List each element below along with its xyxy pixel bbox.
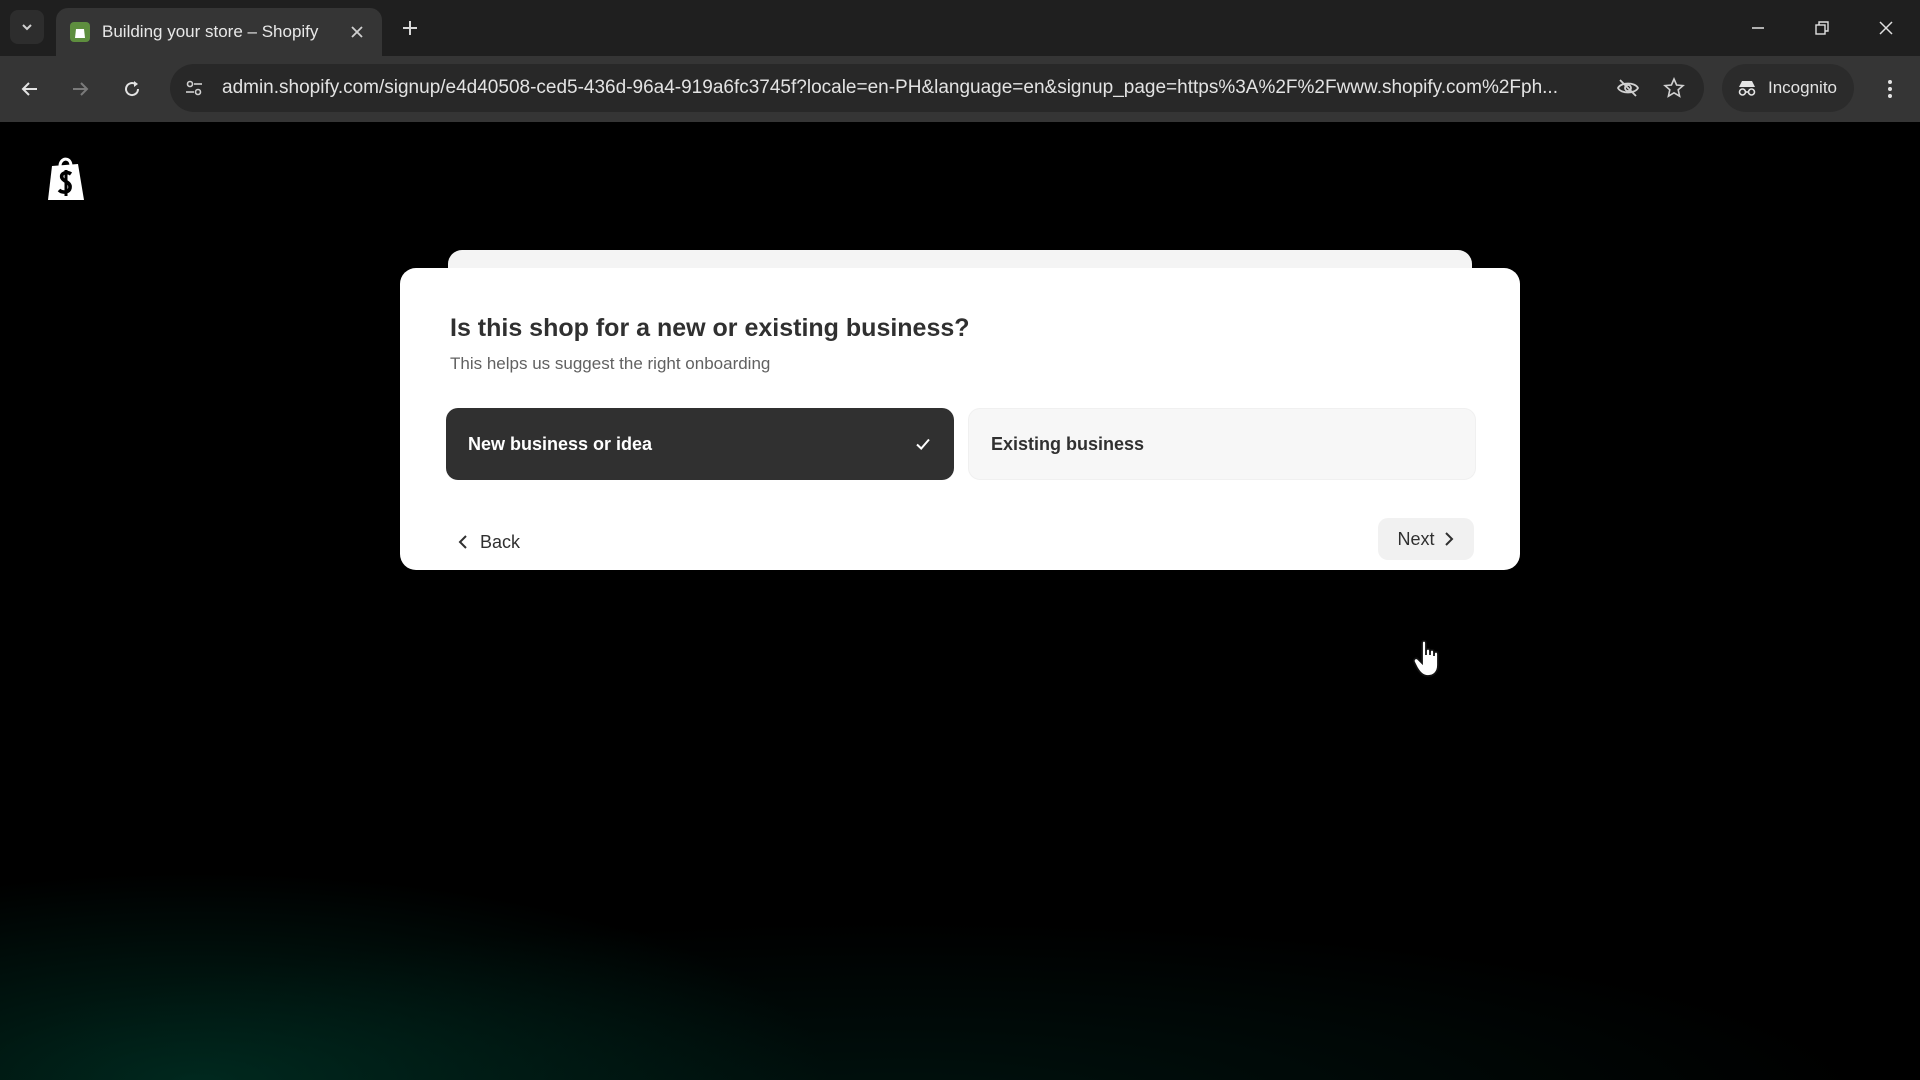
address-bar[interactable]: admin.shopify.com/signup/e4d40508-ced5-4…	[170, 64, 1704, 112]
tab-active[interactable]: Building your store – Shopify	[56, 8, 382, 56]
tab-strip: Building your store – Shopify	[0, 0, 1920, 56]
question-card: Is this shop for a new or existing busin…	[400, 268, 1520, 570]
more-vert-icon	[1888, 80, 1892, 98]
close-icon[interactable]	[346, 21, 368, 43]
back-label: Back	[480, 531, 521, 552]
tab-title: Building your store – Shopify	[102, 22, 319, 41]
reload-button[interactable]	[116, 73, 148, 105]
shopify-favicon-icon	[70, 22, 90, 42]
check-icon	[914, 435, 932, 453]
question-subtitle: This helps us suggest the right onboardi…	[450, 354, 771, 373]
option-new-business[interactable]: New business or idea	[446, 408, 954, 480]
option-existing-business[interactable]: Existing business	[968, 408, 1476, 480]
incognito-badge[interactable]: Incognito	[1722, 64, 1854, 112]
browser-toolbar: admin.shopify.com/signup/e4d40508-ced5-4…	[0, 56, 1920, 122]
new-tab-button[interactable]	[396, 14, 424, 42]
chevron-right-icon	[1444, 532, 1453, 546]
close-window-icon	[1879, 21, 1893, 35]
page-content: Is this shop for a new or existing busin…	[0, 122, 1920, 1080]
restore-icon	[1815, 21, 1829, 35]
minimize-button[interactable]	[1734, 8, 1782, 48]
restore-button[interactable]	[1798, 8, 1846, 48]
question-title: Is this shop for a new or existing busin…	[450, 314, 970, 342]
incognito-icon	[1738, 81, 1756, 96]
star-icon[interactable]	[1658, 72, 1690, 104]
close-window-button[interactable]	[1862, 8, 1910, 48]
chevron-left-icon	[458, 535, 467, 549]
reload-icon	[125, 81, 140, 97]
next-button[interactable]: Next	[1378, 518, 1474, 560]
next-label: Next	[1397, 528, 1435, 549]
hand-pointer-icon	[1412, 638, 1446, 678]
tab-search-button[interactable]	[10, 10, 44, 44]
option-label: New business or idea	[468, 433, 653, 454]
incognito-label: Incognito	[1768, 78, 1837, 97]
browser-menu-button[interactable]	[1874, 73, 1906, 105]
minimize-icon	[1752, 27, 1764, 29]
option-label: Existing business	[991, 433, 1145, 454]
site-settings-icon[interactable]	[184, 78, 204, 98]
back-arrow-icon	[21, 82, 37, 96]
chevron-down-icon	[22, 24, 32, 31]
plus-icon	[403, 21, 417, 35]
url-text[interactable]: admin.shopify.com/signup/e4d40508-ced5-4…	[222, 77, 1598, 99]
back-nav-button[interactable]	[14, 73, 46, 105]
eye-off-icon[interactable]	[1612, 72, 1644, 104]
forward-arrow-icon	[73, 82, 89, 96]
back-button[interactable]: Back	[456, 524, 520, 560]
shopify-logo-icon[interactable]	[44, 154, 88, 202]
forward-nav-button[interactable]	[64, 73, 96, 105]
